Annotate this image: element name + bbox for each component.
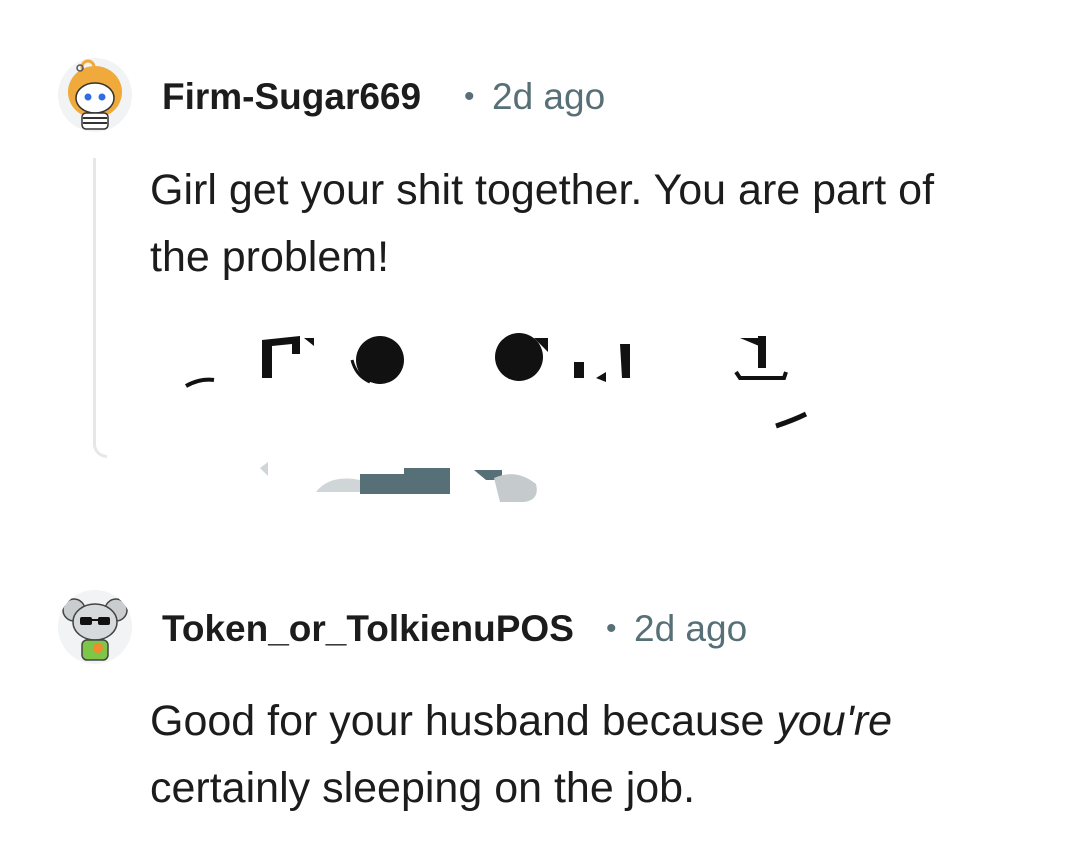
comment-body-emphasis: you're: [776, 697, 893, 745]
comment-body-line: Good for your husband because you're: [150, 688, 1030, 755]
comment-body-line: certainly sleeping on the job.: [150, 764, 696, 812]
meta-separator: •: [606, 612, 617, 645]
comment-timestamp: 2d ago: [634, 608, 748, 649]
comment-body: Good for your husband because you're cer…: [150, 688, 1030, 822]
comment-author[interactable]: Token_or_TolkienuPOS: [162, 610, 574, 647]
snoo-avatar-koala-sunglasses-icon[interactable]: [58, 590, 132, 664]
comment-body-text: Good for your husband because: [150, 697, 777, 745]
